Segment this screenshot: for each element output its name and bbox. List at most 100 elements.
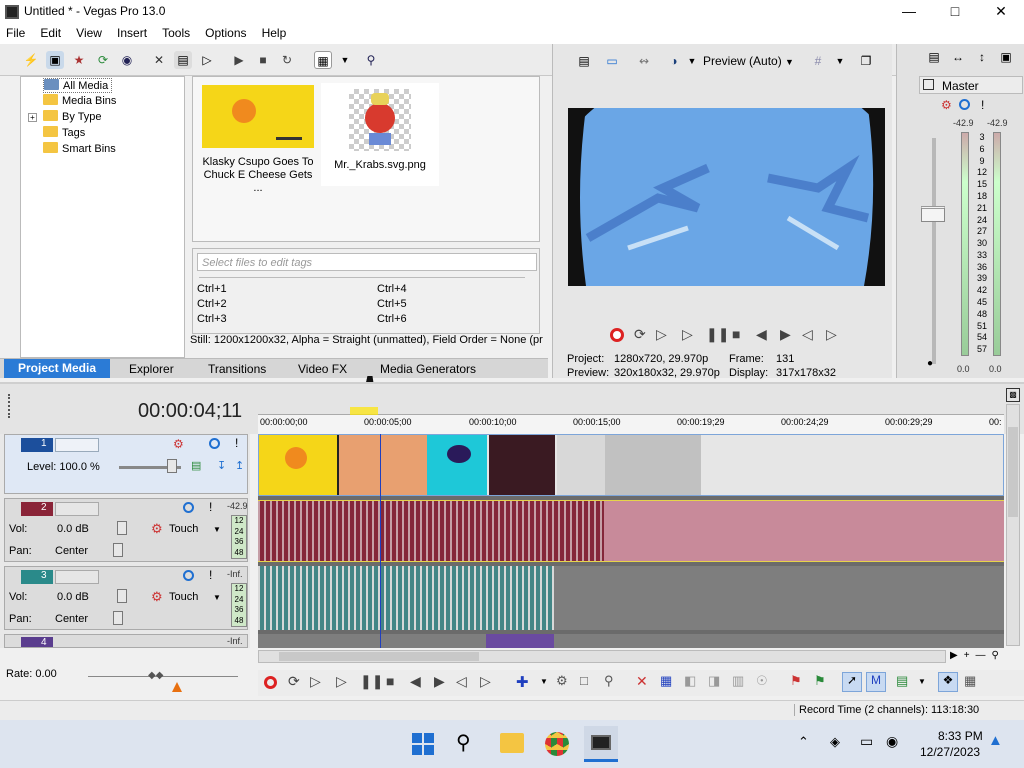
automation-icon[interactable]: ⚙	[151, 521, 163, 537]
split-icon[interactable]: ▥	[732, 673, 744, 689]
parent-icon[interactable]: ↧	[217, 459, 226, 472]
automation-mode[interactable]: Touch	[169, 523, 198, 535]
compositing-icon[interactable]: ▤	[191, 459, 201, 472]
volume-icon[interactable]: ◉	[886, 733, 898, 750]
region-icon[interactable]: ⚑	[814, 673, 826, 689]
track-header-audio-3[interactable]: 3 ! -Inf. Vol: 0.0 dB ⚙ Touch ▼ Pan: Cen…	[4, 566, 248, 630]
zoom-controls[interactable]: ▶+—⚲	[950, 650, 1020, 663]
video-clip-3[interactable]	[427, 435, 487, 495]
play-icon[interactable]: ▶	[230, 51, 248, 69]
media-file-krabs[interactable]: Mr._Krabs.svg.png	[321, 83, 439, 186]
timeline-record-button[interactable]	[264, 676, 277, 689]
tab-explorer[interactable]: Explorer	[129, 362, 174, 376]
stop-icon[interactable]: ■	[254, 51, 272, 69]
preview-properties-icon[interactable]: ▤	[575, 52, 593, 70]
timeline-pause-button[interactable]: ❚❚	[360, 673, 383, 690]
overlays-dropdown-icon[interactable]: ▼	[831, 52, 849, 70]
video-clip-4[interactable]	[489, 435, 555, 495]
clock-date[interactable]: 12/27/2023	[920, 745, 980, 759]
vol-slider-handle[interactable]	[117, 589, 127, 603]
tree-media-bins[interactable]: Media Bins	[43, 94, 116, 109]
lock-icon[interactable]: ☉	[756, 673, 768, 689]
preview-quality-dropdown[interactable]: Preview (Auto) ▼	[703, 54, 794, 68]
minimize-button[interactable]: —	[886, 0, 932, 24]
record-button[interactable]	[610, 328, 624, 342]
tab-project-media[interactable]: Project Media	[4, 359, 111, 378]
preview-device-icon[interactable]: ▭	[603, 52, 621, 70]
menu-options[interactable]: Options	[199, 24, 252, 40]
menu-edit[interactable]: Edit	[34, 24, 67, 40]
tab-transitions[interactable]: Transitions	[208, 362, 266, 376]
mixer-fx-icon[interactable]: ↔	[949, 48, 967, 66]
menu-insert[interactable]: Insert	[111, 24, 153, 40]
pan-slider-handle[interactable]	[113, 543, 123, 557]
track-mute-icon[interactable]	[183, 570, 194, 581]
delete-icon[interactable]: ✕	[636, 673, 648, 690]
clock-time[interactable]: 8:33 PM	[938, 729, 983, 743]
pause-button[interactable]: ❚❚	[706, 326, 729, 343]
tree-smart-bins[interactable]: Smart Bins	[43, 142, 116, 157]
edit-tool-icon[interactable]: ✚	[516, 673, 529, 691]
tab-media-generators[interactable]: Media Generators	[380, 362, 476, 376]
get-media-icon[interactable]: ★	[70, 51, 88, 69]
preview-split-dropdown-icon[interactable]: ▼	[683, 52, 701, 70]
capture-icon[interactable]: ▣	[46, 51, 64, 69]
normal-edit-icon[interactable]: ➚	[842, 672, 862, 692]
track-mute-icon[interactable]	[209, 438, 220, 449]
timeline-next-frame-button[interactable]: ▷	[480, 673, 491, 690]
timeline-start-button[interactable]: ◀	[410, 673, 421, 690]
audio-clip-4[interactable]	[486, 634, 554, 648]
overlays-icon[interactable]: #	[809, 52, 827, 70]
loop-icon[interactable]: ↻	[278, 51, 296, 69]
preview-fx-icon[interactable]: ↭	[635, 52, 653, 70]
split-screen-icon[interactable]: ◑	[665, 52, 683, 70]
master-solo-icon[interactable]: !	[981, 98, 984, 112]
automation-mode[interactable]: Touch	[169, 591, 198, 603]
timeline-ruler[interactable]: 00:00:00;00 00:00:05;00 00:00:10;00 00:0…	[258, 407, 1004, 436]
automation-icon[interactable]: ⚙	[151, 589, 163, 605]
menu-help[interactable]: Help	[256, 24, 293, 40]
auto-ripple-dropdown-icon[interactable]: ▼	[918, 677, 926, 686]
auto-preview-icon[interactable]: ▷	[198, 51, 216, 69]
display-icon[interactable]: ▭	[860, 733, 873, 750]
menu-tools[interactable]: Tools	[156, 24, 196, 40]
track-solo-icon[interactable]: !	[209, 568, 212, 582]
master-fader-handle[interactable]	[921, 206, 945, 222]
master-lock-icon[interactable]: ●	[927, 358, 933, 369]
automation-dropdown-icon[interactable]: ▼	[213, 525, 221, 534]
child-icon[interactable]: ↥	[235, 459, 244, 472]
maximize-button[interactable]: □	[932, 0, 978, 24]
tab-video-fx[interactable]: Video FX	[298, 362, 347, 376]
tray-chevron-icon[interactable]: ⌃	[798, 734, 809, 750]
menu-view[interactable]: View	[70, 24, 108, 40]
mixer-insert-bus-icon[interactable]: ▤	[925, 48, 943, 66]
tree-all-media[interactable]: All Media	[43, 78, 113, 93]
next-frame-button[interactable]: ▷	[826, 326, 837, 343]
remove-icon[interactable]: ✕	[150, 51, 168, 69]
close-button[interactable]: ✕	[978, 0, 1024, 24]
video-clip-2[interactable]	[337, 435, 427, 495]
timecode-display[interactable]: 00:00:04;11	[138, 400, 242, 423]
audio-clip-3[interactable]	[258, 566, 554, 630]
network-icon[interactable]: ◈	[830, 734, 840, 750]
go-to-end-button[interactable]: ▶	[780, 326, 791, 343]
search-icon[interactable]: ⚲	[456, 730, 471, 755]
track-name-field[interactable]	[55, 438, 99, 452]
previous-frame-button[interactable]: ◁	[802, 326, 813, 343]
media-fx-icon[interactable]: ▤	[174, 51, 192, 69]
master-mute-icon[interactable]	[959, 99, 970, 110]
zoom-tool-icon[interactable]: ⚲	[604, 673, 614, 689]
media-file-klasky[interactable]: Klasky Csupo Goes To Chuck E Cheese Gets…	[199, 83, 317, 194]
marker-icon[interactable]: ⚑	[790, 673, 802, 689]
loop-button[interactable]: ⟳	[634, 326, 646, 343]
rate-reset-icon[interactable]	[172, 682, 182, 692]
auto-ripple-icon[interactable]: ▤	[896, 673, 908, 689]
timeline-end-button[interactable]: ▶	[434, 673, 445, 690]
playhead-cursor[interactable]	[380, 434, 381, 648]
snapping-icon[interactable]: ❖	[938, 672, 958, 692]
master-fx-icon[interactable]: ⚙	[941, 98, 952, 112]
timeline-prev-frame-button[interactable]: ◁	[456, 673, 467, 690]
selection-tool-icon[interactable]: □	[580, 673, 588, 688]
import-media-icon[interactable]: ⚡	[22, 51, 40, 69]
video-clip-1[interactable]	[259, 435, 337, 495]
